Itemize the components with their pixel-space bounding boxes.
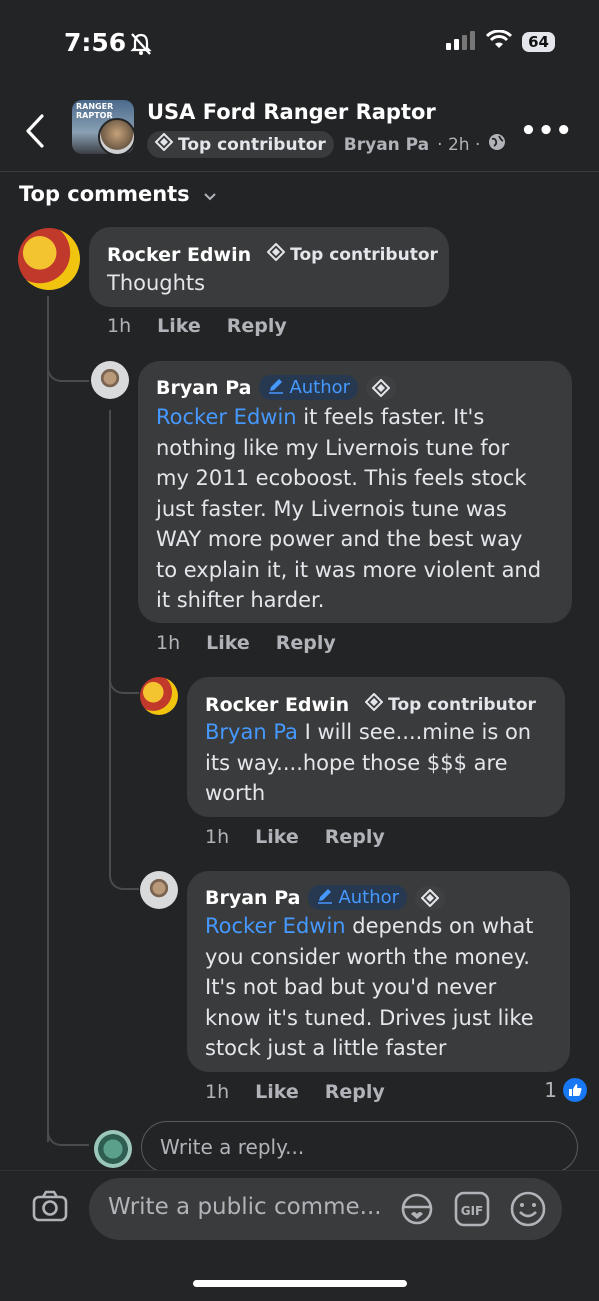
top-contributor-badge: Top contributor (259, 241, 446, 268)
like-button[interactable]: Like (206, 632, 250, 654)
reaction-number: 1 (544, 1078, 557, 1102)
commenter-name[interactable]: Bryan Pa (156, 377, 251, 399)
comment-text: Rocker Edwin depends on what you conside… (205, 914, 534, 1060)
comment-time: 1h (107, 315, 132, 337)
avatar-sticker-icon[interactable] (398, 1190, 436, 1232)
camera-icon[interactable] (32, 1190, 68, 1226)
gif-icon[interactable]: GIF (454, 1191, 490, 1231)
commenter-name[interactable]: Bryan Pa (205, 887, 300, 909)
signal-icon (446, 30, 476, 54)
post-author[interactable]: Bryan Pa (344, 135, 429, 155)
thread-line-nested-hook2 (109, 866, 139, 890)
top-contributor-icon (366, 375, 397, 400)
sort-label: Top comments (19, 182, 190, 206)
group-thumbnail[interactable]: RANGER RAPTOR (72, 100, 134, 154)
comment-actions: 1h Like Reply (156, 632, 336, 654)
badge-label: Author (338, 887, 400, 908)
thread-line-main-hook2 (47, 1124, 89, 1146)
like-button[interactable]: Like (255, 826, 299, 848)
pencil-icon (316, 886, 334, 909)
like-button[interactable]: Like (157, 315, 201, 337)
comment-time: 1h (205, 826, 230, 848)
status-time: 7:56 (64, 28, 127, 57)
thread-line-nested (109, 410, 111, 876)
back-icon[interactable] (22, 112, 48, 150)
header-divider (0, 171, 599, 172)
mention-link[interactable]: Rocker Edwin (205, 914, 346, 938)
comment-text: Thoughts (107, 271, 206, 295)
badge-label: Top contributor (178, 134, 326, 155)
comment-time: 1h (205, 1081, 230, 1103)
post-time: · 2h · (437, 134, 481, 155)
globe-icon (488, 133, 506, 156)
author-badge: Author (308, 885, 408, 910)
mention-link[interactable]: Bryan Pa (205, 720, 298, 744)
comment-bubble: Rocker Edwin Top contributor Thoughts (89, 227, 449, 307)
current-user-avatar (94, 1130, 132, 1168)
comment-bubble: Bryan Pa Author Rocker Edwin it feels fa… (138, 361, 572, 623)
pencil-icon (267, 376, 285, 399)
reply-button[interactable]: Reply (276, 632, 336, 654)
comment-bubble: Bryan Pa Author Rocker Edwin depends on … (187, 871, 570, 1072)
battery-indicator: 64 (522, 32, 555, 52)
reply-button[interactable]: Reply (227, 315, 287, 337)
mute-icon (130, 32, 152, 60)
top-contributor-badge: Top contributor (357, 691, 544, 718)
reply-button[interactable]: Reply (325, 826, 385, 848)
svg-text:GIF: GIF (461, 1204, 484, 1218)
commenter-name[interactable]: Rocker Edwin (107, 244, 251, 266)
top-contributor-badge: Top contributor (147, 131, 334, 158)
badge-label: Top contributor (290, 244, 438, 265)
reply-placeholder: Write a reply... (160, 1135, 305, 1159)
group-thumb-text: RANGER RAPTOR (76, 102, 114, 120)
wifi-icon (486, 29, 513, 54)
thread-line-nested-hook1 (109, 670, 139, 694)
comment-text: Rocker Edwin it feels faster. It's nothi… (156, 405, 542, 612)
commenter-name[interactable]: Rocker Edwin (205, 694, 349, 716)
more-icon[interactable]: ••• (520, 116, 573, 146)
thread-line-main-hook (47, 358, 89, 382)
badge-label: Author (289, 377, 351, 398)
comment-time: 1h (156, 632, 181, 654)
post-meta: Top contributor Bryan Pa · 2h · (147, 131, 506, 158)
comment-actions: 1h Like Reply (107, 315, 287, 337)
author-mini-avatar (98, 118, 134, 154)
avatar[interactable] (18, 228, 80, 290)
mention-link[interactable]: Rocker Edwin (156, 405, 297, 429)
comment-actions: 1h Like Reply (205, 1081, 385, 1103)
thread-line-main (47, 296, 49, 1142)
avatar[interactable] (140, 677, 178, 715)
reply-button[interactable]: Reply (325, 1081, 385, 1103)
public-comment-placeholder: Write a public comme... (108, 1194, 382, 1220)
author-badge: Author (259, 375, 359, 400)
emoji-icon[interactable] (509, 1190, 547, 1232)
avatar[interactable] (140, 871, 178, 909)
comment-bubble: Rocker Edwin Top contributor Bryan Pa I … (187, 677, 565, 817)
comment-text: Bryan Pa I will see....mine is on its wa… (205, 720, 532, 805)
top-contributor-icon (154, 132, 174, 156)
comment-sort-dropdown[interactable]: Top comments (19, 182, 216, 206)
chevron-down-icon (203, 182, 216, 206)
top-contributor-icon (266, 242, 286, 266)
badge-label: Top contributor (388, 694, 536, 715)
home-indicator (193, 1280, 407, 1287)
top-contributor-icon (364, 692, 384, 716)
comment-actions: 1h Like Reply (205, 826, 385, 848)
status-icons: 64 (446, 29, 555, 54)
avatar[interactable] (91, 361, 129, 399)
like-icon (563, 1078, 587, 1102)
like-button[interactable]: Like (255, 1081, 299, 1103)
reaction-count[interactable]: 1 (544, 1078, 587, 1102)
group-name[interactable]: USA Ford Ranger Raptor (147, 100, 436, 124)
top-contributor-icon (415, 885, 446, 910)
